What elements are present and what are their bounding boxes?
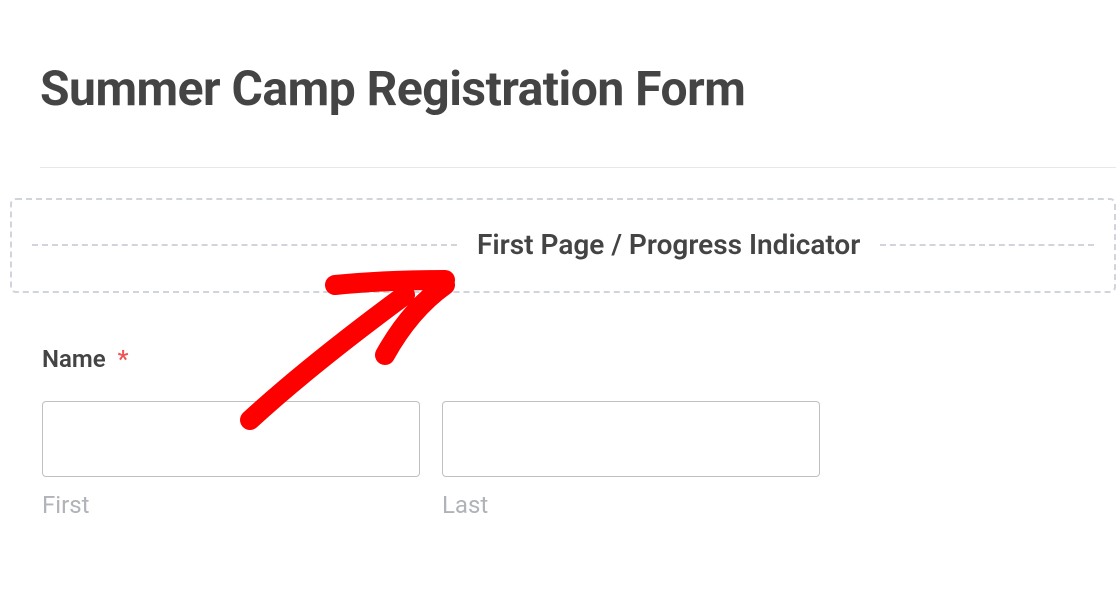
first-name-group: First [42,401,420,519]
progress-indicator-label: First Page / Progress Indicator [477,228,860,261]
required-star-icon: * [118,345,129,373]
divider-line [40,167,1116,168]
last-name-group: Last [442,401,820,519]
name-input-row: First Last [0,373,1116,519]
first-name-sublabel: First [42,491,420,519]
dashed-line-right [880,244,1094,246]
last-name-field[interactable] [442,401,820,477]
dashed-line-left [32,244,457,246]
name-label-text: Name [42,345,106,373]
name-field-label: Name * [0,293,1116,373]
last-name-sublabel: Last [442,491,820,519]
page-title: Summer Camp Registration Form [0,0,1116,117]
first-name-field[interactable] [42,401,420,477]
progress-indicator-placeholder[interactable]: First Page / Progress Indicator [10,198,1116,293]
